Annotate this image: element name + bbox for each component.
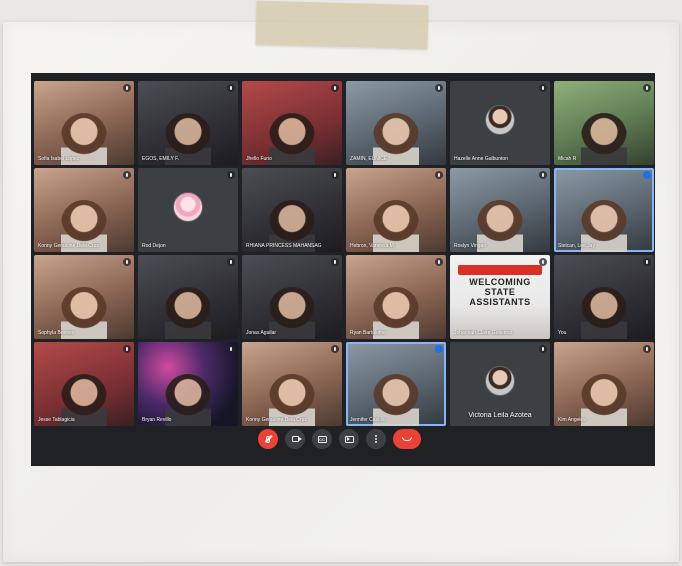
participant-name: Johannah Claire Gutierrez — [454, 330, 513, 336]
participant-tile[interactable]: Bryan Revillo — [138, 342, 238, 426]
participant-tile[interactable]: ZAMIN, EUNICE — [346, 81, 446, 165]
mic-muted-icon — [123, 345, 131, 353]
participant-name: Stelcan, Lee Jay — [558, 243, 595, 249]
participant-name: Sofia Isabel Lopez — [38, 156, 80, 162]
participant-name: RHIANA PRINCESS MAHANSAG — [246, 243, 322, 249]
participant-name: EGOS, EMILY F. — [142, 156, 180, 162]
mic-muted-icon — [123, 84, 131, 92]
camera-icon — [291, 436, 302, 442]
mic-muted-icon — [539, 258, 547, 266]
mic-muted-icon — [227, 171, 235, 179]
participant-name: Kim Angeles — [558, 417, 586, 423]
avatar — [485, 366, 515, 396]
participant-name: Victoria Leila Azotea — [468, 412, 532, 419]
captions-icon: CC — [317, 435, 327, 443]
participant-row: Sofia Isabel Lopez EGOS, EMILY F. Jhello F… — [34, 81, 654, 165]
participant-name: Hebron, Vanessa M. — [350, 243, 396, 249]
mic-off-icon — [266, 435, 270, 443]
participant-tile[interactable]: Jonas Aguilar — [242, 255, 342, 339]
mic-muted-icon — [643, 258, 651, 266]
participant-name: Jesse Tablagicia — [38, 417, 75, 423]
mic-muted-icon — [435, 84, 443, 92]
mic-muted-icon — [123, 258, 131, 266]
participant-name: Roslyn Vingan — [454, 243, 487, 249]
present-icon — [344, 435, 354, 443]
participant-name: Konny Geraldine Dela Cruz — [38, 243, 99, 249]
participant-name: Jonas Aguilar — [246, 330, 277, 336]
mic-muted-icon — [643, 84, 651, 92]
speaking-indicator-icon — [643, 171, 651, 179]
participant-row: Konny Geraldine Dela Cruz Rod Dejon RHIANA… — [34, 168, 654, 252]
participant-tile[interactable]: Jennifer Castillo — [346, 342, 446, 426]
participant-name: ZAMIN, EUNICE — [350, 156, 388, 162]
mic-muted-icon — [539, 171, 547, 179]
participant-name: Konny Geraldine Dela Cruz — [246, 417, 307, 423]
meeting-screen: Sofia Isabel Lopez EGOS, EMILY F. Jhello F… — [31, 73, 655, 466]
mic-muted-icon — [539, 84, 547, 92]
avatar — [173, 192, 203, 222]
present-button[interactable] — [339, 429, 359, 449]
mic-muted-icon — [331, 345, 339, 353]
mic-muted-icon — [227, 345, 235, 353]
avatar — [485, 105, 515, 135]
participant-tile[interactable]: WELCOMING STATE ASSISTANTS Johannah Clair… — [450, 255, 550, 339]
participant-tile[interactable]: Konny Geraldine Dela Cruz — [34, 168, 134, 252]
more-options-button[interactable] — [366, 429, 386, 449]
participant-tile[interactable]: Sophyla Briones — [34, 255, 134, 339]
leave-call-button[interactable] — [393, 429, 421, 449]
participant-tile[interactable]: You — [554, 255, 654, 339]
mic-muted-icon — [435, 258, 443, 266]
mic-muted-icon — [331, 258, 339, 266]
participant-name: Bryan Revillo — [142, 417, 172, 423]
control-bar: CC — [31, 427, 655, 453]
participant-name: Micah R — [558, 156, 577, 162]
participant-tile[interactable]: Konny Geraldine Dela Cruz — [242, 342, 342, 426]
participant-name: Sophyla Briones — [38, 330, 75, 336]
mic-muted-icon — [435, 171, 443, 179]
participant-name: Rod Dejon — [142, 243, 166, 249]
participant-tile[interactable]: Hazelle Anne Galbunton — [450, 81, 550, 165]
mic-muted-icon — [643, 345, 651, 353]
more-icon — [375, 438, 377, 440]
captions-button[interactable]: CC — [312, 429, 332, 449]
poster-text: WELCOMING STATE ASSISTANTS — [469, 277, 531, 307]
participant-tile[interactable]: Kim Angeles — [554, 342, 654, 426]
participant-tile[interactable]: Victoria Leila Azotea — [450, 342, 550, 426]
mic-muted-icon — [331, 171, 339, 179]
tape-strip — [255, 0, 429, 50]
speaking-indicator-icon — [435, 345, 443, 353]
participant-name: Jhello Furio — [246, 156, 272, 162]
mic-muted-icon — [123, 171, 131, 179]
participant-name: Jennifer Castillo — [350, 417, 386, 423]
participant-tile[interactable]: Jesse Tablagicia — [34, 342, 134, 426]
camera-toggle-button[interactable] — [285, 429, 305, 449]
participant-name: Hazelle Anne Galbunton — [454, 156, 508, 162]
participant-tile[interactable]: Sofia Isabel Lopez — [34, 81, 134, 165]
participant-row: Jesse Tablagicia Bryan Revillo Konny Geral… — [34, 342, 654, 426]
participant-name: You — [558, 330, 567, 336]
hangup-icon — [402, 437, 412, 441]
participant-tile[interactable] — [138, 255, 238, 339]
participant-tile[interactable]: Ryan Bartolome — [346, 255, 446, 339]
participant-row: Sophyla Briones Jonas Aguilar Ryan Bartolo… — [34, 255, 654, 339]
mic-muted-icon — [331, 84, 339, 92]
mic-muted-icon — [227, 84, 235, 92]
participant-tile[interactable]: Jhello Furio — [242, 81, 342, 165]
participant-tile[interactable]: EGOS, EMILY F. — [138, 81, 238, 165]
participant-tile[interactable]: Stelcan, Lee Jay — [554, 168, 654, 252]
participant-name: Ryan Bartolome — [350, 330, 386, 336]
mic-muted-icon — [227, 258, 235, 266]
participant-tile[interactable]: RHIANA PRINCESS MAHANSAG — [242, 168, 342, 252]
participant-tile[interactable]: Micah R — [554, 81, 654, 165]
mic-muted-icon — [539, 345, 547, 353]
participant-tile[interactable]: Rod Dejon — [138, 168, 238, 252]
participant-tile[interactable]: Roslyn Vingan — [450, 168, 550, 252]
participant-tile[interactable]: Hebron, Vanessa M. — [346, 168, 446, 252]
poster-banner — [458, 265, 542, 275]
mic-toggle-button[interactable] — [258, 429, 278, 449]
participant-video-feed — [165, 287, 211, 339]
